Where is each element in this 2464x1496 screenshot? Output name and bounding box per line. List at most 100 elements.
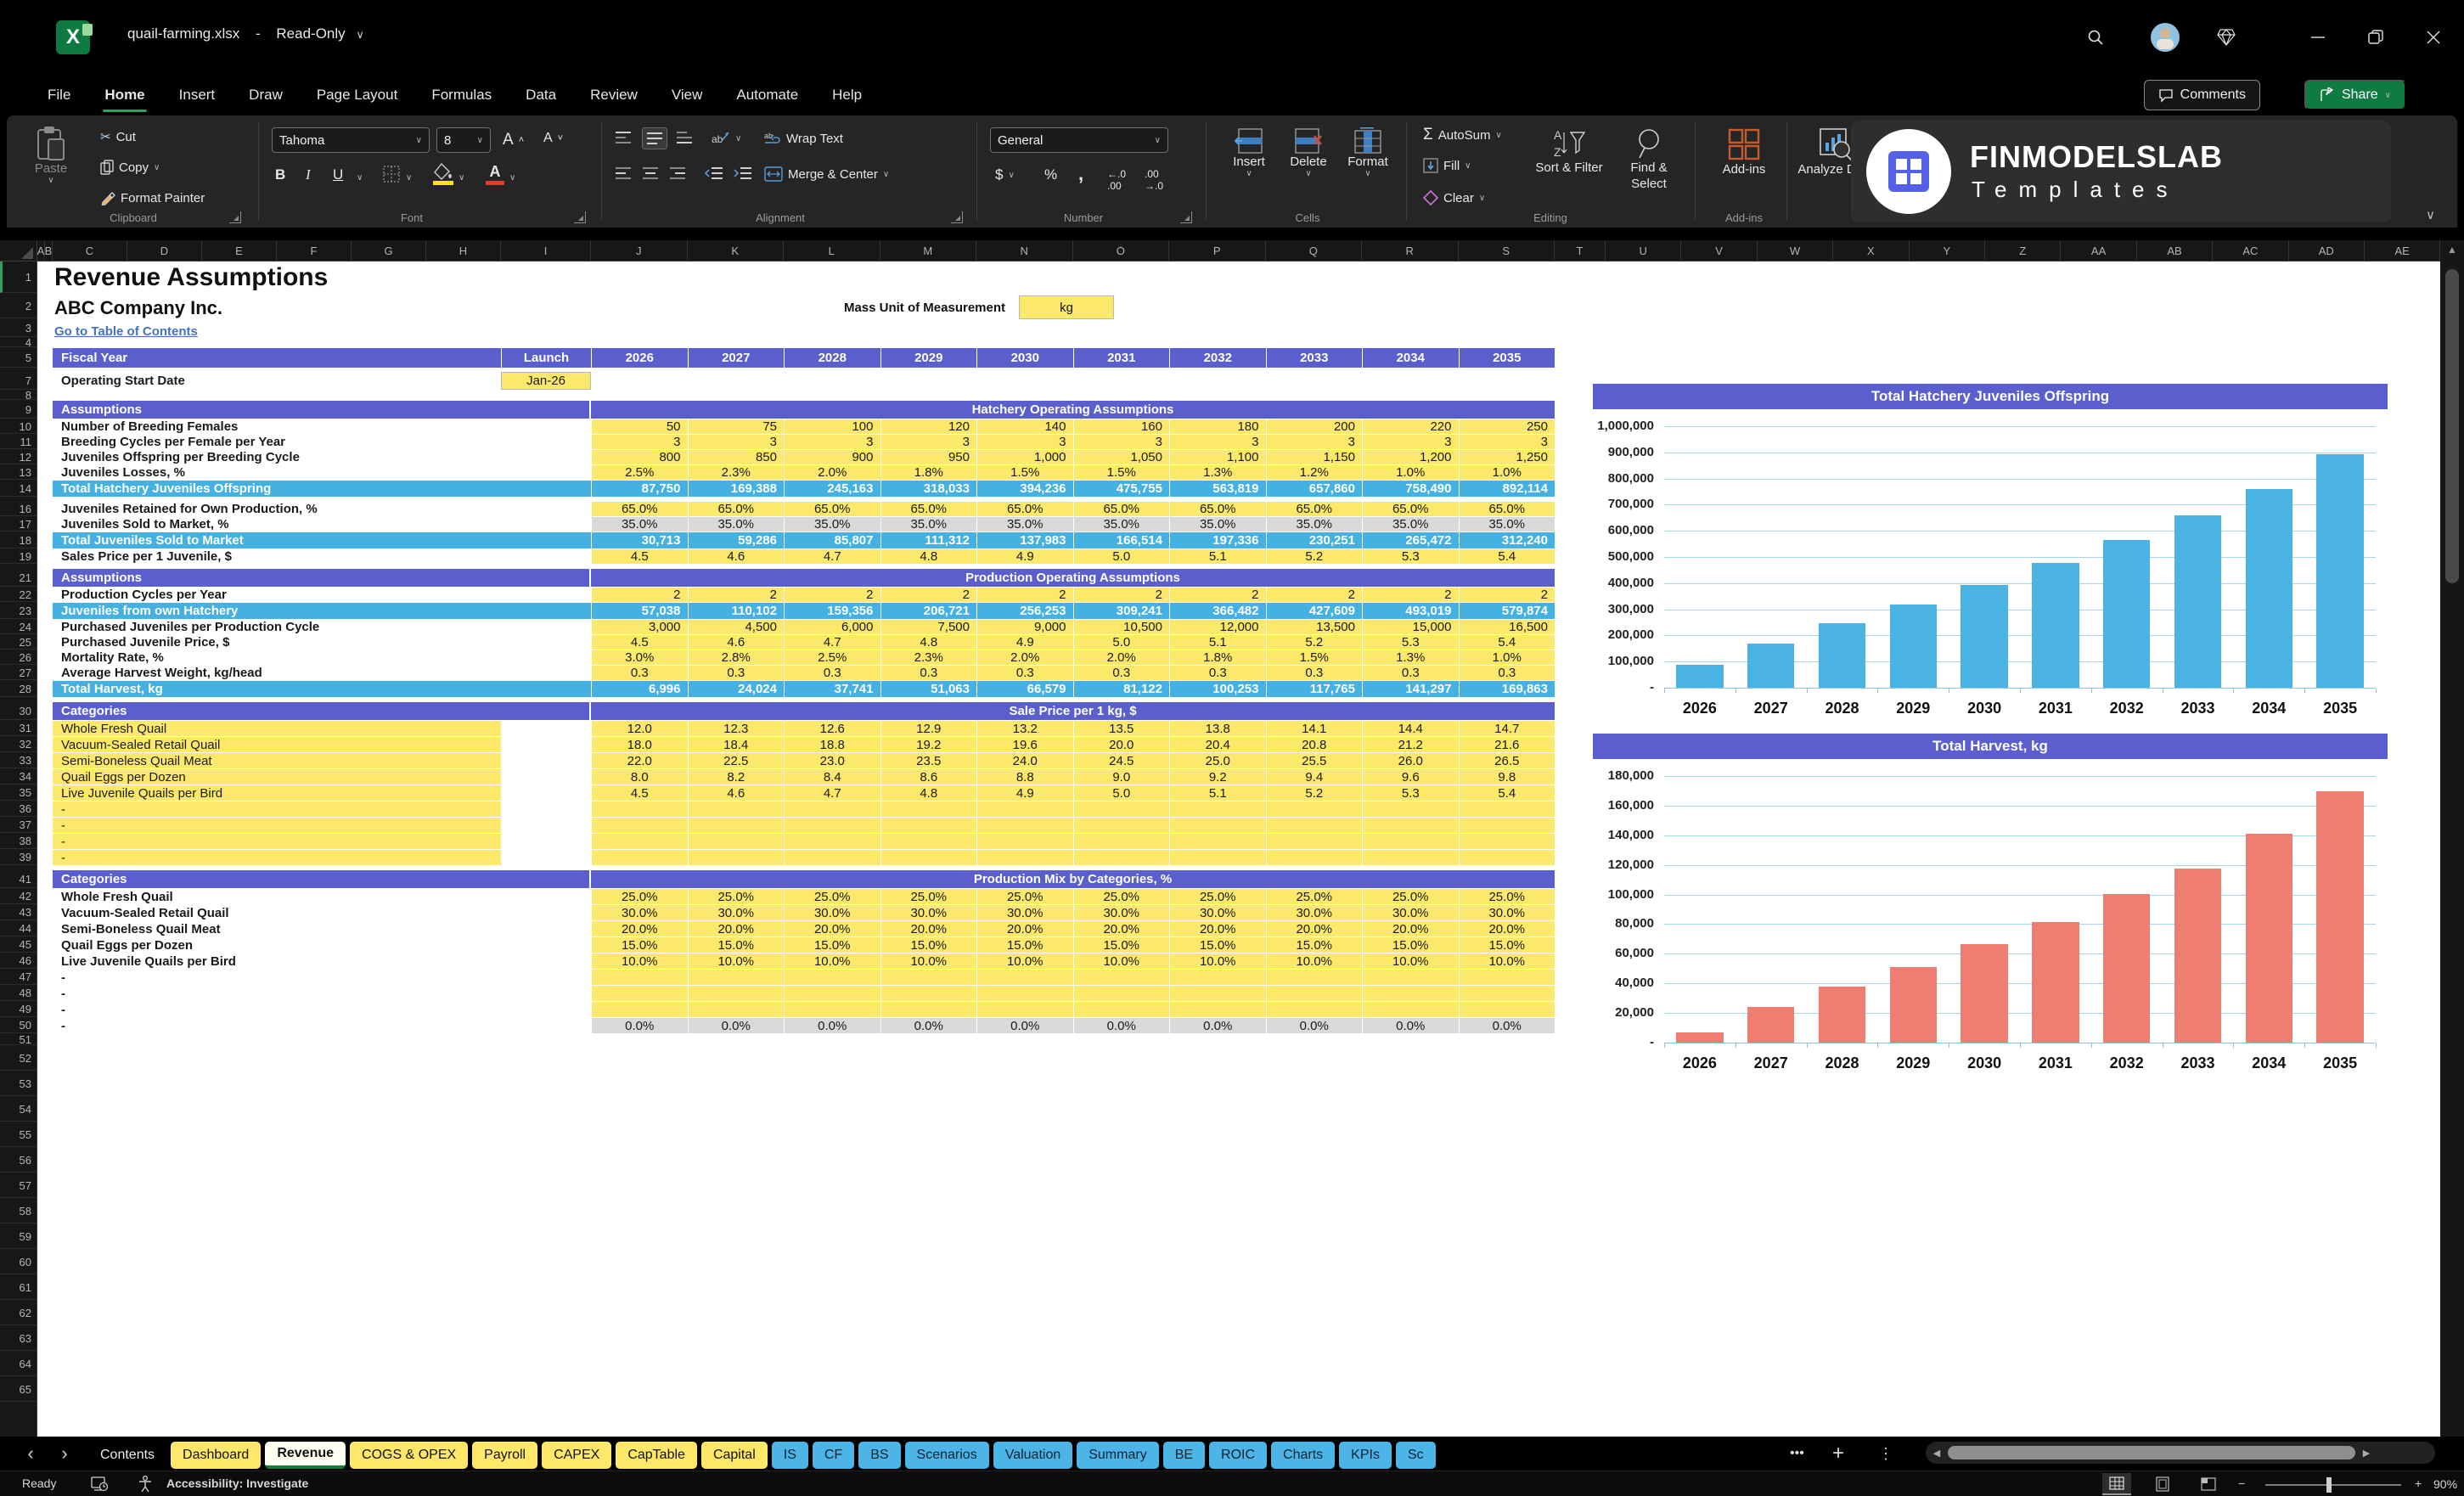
- row-17-value-3[interactable]: 35.0%: [880, 517, 976, 531]
- clear-button[interactable]: Clear ∨: [1423, 190, 1485, 205]
- menu-tab-home[interactable]: Home: [87, 75, 161, 115]
- restore-button[interactable]: [2357, 19, 2394, 56]
- column-header-R[interactable]: R: [1362, 240, 1459, 262]
- row-header-63[interactable]: 63: [0, 1326, 37, 1351]
- row-13-value-1[interactable]: 2.3%: [687, 465, 784, 480]
- row-37-value-2[interactable]: [784, 818, 880, 833]
- row-17-value-2[interactable]: 35.0%: [784, 517, 880, 531]
- row-13-value-9[interactable]: 1.0%: [1458, 465, 1555, 480]
- row-24-value-4[interactable]: 9,000: [976, 620, 1073, 634]
- borders-button[interactable]: [382, 165, 401, 183]
- row-17-value-9[interactable]: 35.0%: [1458, 517, 1555, 531]
- row-27-value-2[interactable]: 0.3: [784, 666, 880, 680]
- row-12-value-0[interactable]: 800: [591, 450, 688, 464]
- menu-tab-review[interactable]: Review: [573, 75, 655, 115]
- sort-filter-button[interactable]: AZ Sort & Filter: [1533, 127, 1605, 176]
- row-header-42[interactable]: 42: [0, 889, 37, 904]
- column-headers[interactable]: A B C D E F G H I J K L M N O P Q R S T U V W X Y Z AA AB AC AD AE: [0, 240, 2441, 262]
- horizontal-scrollbar[interactable]: ◀ ▶: [1926, 1442, 2435, 1464]
- accessibility-status[interactable]: Accessibility: Investigate: [166, 1476, 308, 1490]
- row-22-value-9[interactable]: 2: [1458, 588, 1555, 602]
- row-38-value-4[interactable]: [976, 834, 1073, 849]
- row-17-value-8[interactable]: 35.0%: [1362, 517, 1459, 531]
- row-22-value-5[interactable]: 2: [1072, 588, 1169, 602]
- align-left-button[interactable]: [615, 166, 632, 180]
- row-46-value-8[interactable]: 10.0%: [1362, 953, 1459, 969]
- row-34-value-0[interactable]: 8.0: [591, 769, 688, 785]
- row-36-value-9[interactable]: [1458, 801, 1555, 817]
- row-header-26[interactable]: 26: [0, 650, 37, 665]
- row-header-45[interactable]: 45: [0, 937, 37, 953]
- row-header-22[interactable]: 22: [0, 588, 37, 602]
- row-45-value-1[interactable]: 15.0%: [687, 937, 784, 953]
- row-22-value-6[interactable]: 2: [1169, 588, 1266, 602]
- row-24-value-2[interactable]: 6,000: [784, 620, 880, 634]
- paste-button[interactable]: Paste ∨: [27, 124, 75, 205]
- row-33-value-2[interactable]: 23.0: [784, 753, 880, 768]
- close-button[interactable]: [2415, 19, 2452, 56]
- sheet-tab-summary[interactable]: Summary: [1077, 1442, 1159, 1469]
- row-50-value-7[interactable]: 0.0%: [1265, 1018, 1362, 1033]
- ribbon-collapse-chevron[interactable]: ∨: [2426, 207, 2435, 222]
- row-31-value-3[interactable]: 12.9: [880, 721, 976, 736]
- row-11-value-4[interactable]: 3: [976, 435, 1073, 449]
- row-11-value-8[interactable]: 3: [1362, 435, 1459, 449]
- row-header-56[interactable]: 56: [0, 1148, 37, 1173]
- row-42-value-0[interactable]: 25.0%: [591, 889, 688, 904]
- row-32-value-6[interactable]: 20.4: [1169, 737, 1266, 752]
- row-38-value-0[interactable]: [591, 834, 688, 849]
- row-12-value-9[interactable]: 1,250: [1458, 450, 1555, 464]
- row-25-value-2[interactable]: 4.7: [784, 635, 880, 650]
- row-34-value-1[interactable]: 8.2: [687, 769, 784, 785]
- row-12-value-3[interactable]: 950: [880, 450, 976, 464]
- row-10-value-4[interactable]: 140: [976, 419, 1073, 434]
- row-10-value-6[interactable]: 180: [1169, 419, 1266, 434]
- sheet-tab-captable[interactable]: CapTable: [616, 1442, 697, 1469]
- row-19-value-5[interactable]: 5.0: [1072, 549, 1169, 564]
- autosum-button[interactable]: Σ AutoSum ∨: [1423, 126, 1502, 144]
- row-32-value-4[interactable]: 19.6: [976, 737, 1073, 752]
- new-sheet-button[interactable]: +: [1832, 1437, 1844, 1471]
- row-25-value-3[interactable]: 4.8: [880, 635, 976, 650]
- row-10-value-1[interactable]: 75: [687, 419, 784, 434]
- row-11-value-3[interactable]: 3: [880, 435, 976, 449]
- row-45-value-5[interactable]: 15.0%: [1072, 937, 1169, 953]
- row-39-value-4[interactable]: [976, 850, 1073, 865]
- scroll-right-arrow[interactable]: ▶: [2355, 1448, 2377, 1459]
- row-header-1[interactable]: 1: [0, 262, 37, 293]
- row-10-value-0[interactable]: 50: [591, 419, 688, 434]
- row-11-value-9[interactable]: 3: [1458, 435, 1555, 449]
- row-35-value-1[interactable]: 4.6: [687, 785, 784, 801]
- row-45-value-9[interactable]: 15.0%: [1458, 937, 1555, 953]
- row-44-value-9[interactable]: 20.0%: [1458, 921, 1555, 936]
- zoom-slider-track[interactable]: [2265, 1484, 2401, 1486]
- row-49-value-3[interactable]: [880, 1002, 976, 1017]
- row-13-value-2[interactable]: 2.0%: [784, 465, 880, 480]
- row-34-value-4[interactable]: 8.8: [976, 769, 1073, 785]
- row-26-value-3[interactable]: 2.3%: [880, 650, 976, 665]
- chart-total-harvest[interactable]: Total Harvest, kg - 20,000 40,000 60,000 80,0…: [1593, 734, 2388, 1082]
- increase-decimal-button[interactable]: ←.0.00: [1107, 168, 1126, 192]
- row-header-46[interactable]: 46: [0, 953, 37, 969]
- row-10-value-5[interactable]: 160: [1072, 419, 1169, 434]
- row-33-value-6[interactable]: 25.0: [1169, 753, 1266, 768]
- row-22-value-1[interactable]: 2: [687, 588, 784, 602]
- row-33-value-1[interactable]: 22.5: [687, 753, 784, 768]
- row-38-value-3[interactable]: [880, 834, 976, 849]
- tabs-scroll-left[interactable]: ‹: [15, 1437, 46, 1471]
- row-26-value-0[interactable]: 3.0%: [591, 650, 688, 665]
- row-27-value-7[interactable]: 0.3: [1265, 666, 1362, 680]
- horizontal-scroll-thumb[interactable]: [1948, 1446, 2355, 1459]
- row-47-value-0[interactable]: [591, 970, 688, 985]
- row-37-value-3[interactable]: [880, 818, 976, 833]
- row-48-value-3[interactable]: [880, 986, 976, 1001]
- row-12-value-1[interactable]: 850: [687, 450, 784, 464]
- row-32-value-9[interactable]: 21.6: [1458, 737, 1555, 752]
- column-header-B[interactable]: B: [45, 240, 53, 262]
- row-31-value-5[interactable]: 13.5: [1072, 721, 1169, 736]
- column-header-G[interactable]: G: [352, 240, 426, 262]
- mass-unit-cell[interactable]: kg: [1019, 295, 1114, 319]
- select-all-corner[interactable]: [0, 240, 37, 262]
- row-42-value-8[interactable]: 25.0%: [1362, 889, 1459, 904]
- align-middle-button[interactable]: [642, 127, 667, 149]
